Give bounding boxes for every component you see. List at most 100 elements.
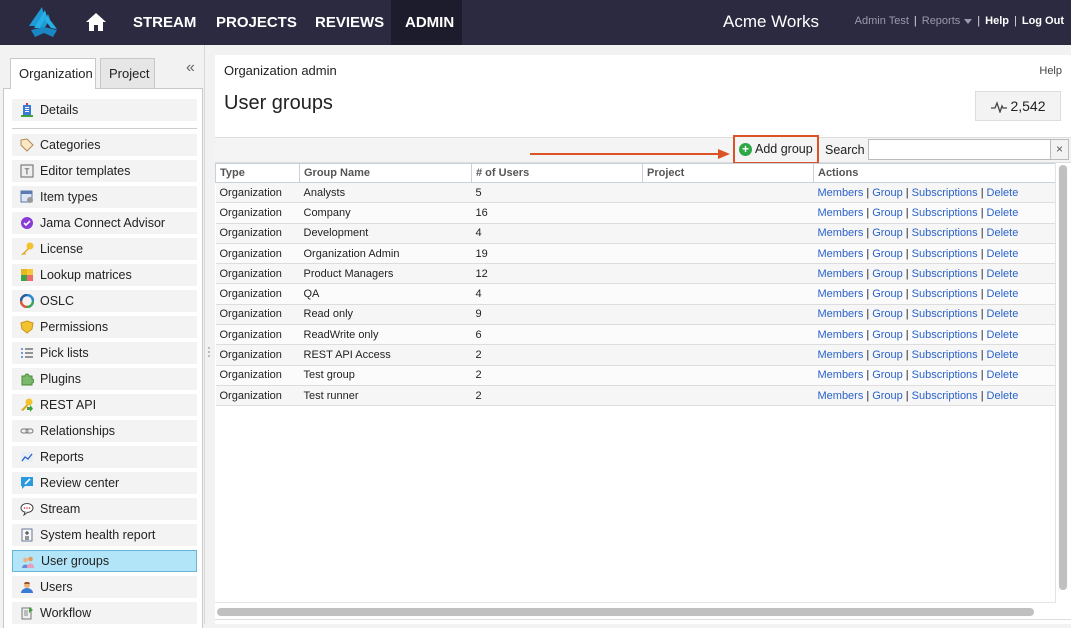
sidebar-item-editor-templates[interactable]: T Editor templates — [12, 160, 197, 182]
vertical-scrollbar-thumb[interactable] — [1059, 165, 1067, 590]
table-row[interactable]: Organization REST API Access 2 Members | Grou… — [215, 344, 1055, 366]
subscriptions-link[interactable]: Subscriptions — [912, 268, 978, 280]
nav-stream[interactable]: STREAM — [119, 0, 210, 45]
group-link[interactable]: Group — [872, 268, 903, 280]
delete-link[interactable]: Delete — [987, 308, 1019, 320]
sidebar-item-license[interactable]: License — [12, 238, 197, 260]
delete-link[interactable]: Delete — [987, 207, 1019, 219]
sidebar-item-system-health-report[interactable]: System health report — [12, 524, 197, 546]
group-link[interactable]: Group — [872, 207, 903, 219]
sidebar-item-review-center[interactable]: Review center — [12, 472, 197, 494]
sidebar-item-workflow[interactable]: Workflow — [12, 602, 197, 624]
home-icon[interactable] — [85, 12, 107, 32]
add-group-button[interactable]: + Add group — [733, 135, 819, 164]
delete-link[interactable]: Delete — [987, 227, 1019, 239]
horizontal-scrollbar[interactable] — [217, 608, 1034, 616]
subscriptions-link[interactable]: Subscriptions — [912, 248, 978, 260]
jama-logo-icon[interactable] — [27, 6, 61, 38]
nav-projects[interactable]: PROJECTS — [202, 0, 311, 45]
members-link[interactable]: Members — [818, 207, 864, 219]
tab-organization[interactable]: Organization — [10, 58, 96, 89]
sidebar-item-relationships[interactable]: Relationships — [12, 420, 197, 442]
activity-counter[interactable]: 2,542 — [975, 91, 1061, 121]
group-link[interactable]: Group — [872, 329, 903, 341]
subscriptions-link[interactable]: Subscriptions — [912, 288, 978, 300]
search-input[interactable] — [868, 139, 1051, 160]
sidebar-item-lookup-matrices[interactable]: Lookup matrices — [12, 264, 197, 286]
collapse-sidebar-icon[interactable]: « — [186, 59, 195, 77]
logout-link[interactable]: Log Out — [1022, 15, 1064, 27]
help-link[interactable]: Help — [985, 15, 1009, 27]
table-row[interactable]: Organization Company 16 Members | Group | Subsc… — [215, 202, 1055, 224]
reports-menu[interactable]: Reports — [922, 15, 973, 27]
nav-reviews[interactable]: REVIEWS — [301, 0, 398, 45]
sidebar-item-stream[interactable]: Stream — [12, 498, 197, 520]
group-link[interactable]: Group — [872, 308, 903, 320]
subscriptions-link[interactable]: Subscriptions — [912, 329, 978, 341]
table-row[interactable]: Organization Development 4 Members | Group | Su… — [215, 223, 1055, 244]
subscriptions-link[interactable]: Subscriptions — [912, 308, 978, 320]
subscriptions-link[interactable]: Subscriptions — [912, 390, 978, 402]
vertical-scrollbar[interactable] — [1058, 165, 1068, 590]
user-name-link[interactable]: Admin Test — [855, 15, 909, 27]
table-row[interactable]: Organization Product Managers 12 Members | Gr… — [215, 263, 1055, 285]
column-header-group-name[interactable]: Group Name — [299, 163, 472, 183]
sidebar-item-categories[interactable]: Categories — [12, 134, 197, 156]
column-header-project[interactable]: Project — [642, 163, 814, 183]
subscriptions-link[interactable]: Subscriptions — [912, 187, 978, 199]
table-row[interactable]: Organization QA 4 Members | Group | Subscriptio… — [215, 283, 1055, 305]
members-link[interactable]: Members — [818, 329, 864, 341]
table-row[interactable]: Organization Test group 2 Members | Group | Sub… — [215, 365, 1055, 386]
subscriptions-link[interactable]: Subscriptions — [912, 349, 978, 361]
delete-link[interactable]: Delete — [987, 187, 1019, 199]
sidebar-item-oslc[interactable]: OSLC — [12, 290, 197, 312]
members-link[interactable]: Members — [818, 349, 864, 361]
sidebar-item-reports[interactable]: Reports — [12, 446, 197, 468]
delete-link[interactable]: Delete — [987, 248, 1019, 260]
nav-admin[interactable]: ADMIN — [391, 0, 462, 45]
delete-link[interactable]: Delete — [987, 268, 1019, 280]
members-link[interactable]: Members — [818, 268, 864, 280]
subscriptions-link[interactable]: Subscriptions — [912, 207, 978, 219]
group-link[interactable]: Group — [872, 248, 903, 260]
sidebar-item-jama-connect-advisor[interactable]: Jama Connect Advisor — [12, 212, 197, 234]
sidebar-item-details[interactable]: Details — [12, 99, 197, 121]
tab-project[interactable]: Project — [100, 58, 155, 88]
column-header-users[interactable]: # of Users — [471, 163, 643, 183]
delete-link[interactable]: Delete — [987, 390, 1019, 402]
members-link[interactable]: Members — [818, 369, 864, 381]
group-link[interactable]: Group — [872, 369, 903, 381]
delete-link[interactable]: Delete — [987, 349, 1019, 361]
members-link[interactable]: Members — [818, 227, 864, 239]
sidebar-item-pick-lists[interactable]: Pick lists — [12, 342, 197, 364]
group-link[interactable]: Group — [872, 187, 903, 199]
group-link[interactable]: Group — [872, 390, 903, 402]
table-row[interactable]: Organization Test runner 2 Members | Group | Su… — [215, 385, 1055, 407]
resize-handle[interactable] — [208, 347, 211, 359]
table-row[interactable]: Organization ReadWrite only 6 Members | Group… — [215, 324, 1055, 346]
members-link[interactable]: Members — [818, 288, 864, 300]
delete-link[interactable]: Delete — [987, 288, 1019, 300]
members-link[interactable]: Members — [818, 187, 864, 199]
members-link[interactable]: Members — [818, 248, 864, 260]
help-link[interactable]: Help — [1039, 65, 1062, 77]
subscriptions-link[interactable]: Subscriptions — [912, 369, 978, 381]
sidebar-item-plugins[interactable]: Plugins — [12, 368, 197, 390]
group-link[interactable]: Group — [872, 349, 903, 361]
clear-search-icon[interactable]: × — [1050, 139, 1069, 160]
column-header-type[interactable]: Type — [215, 163, 300, 183]
group-link[interactable]: Group — [872, 227, 903, 239]
members-link[interactable]: Members — [818, 390, 864, 402]
members-link[interactable]: Members — [818, 308, 864, 320]
delete-link[interactable]: Delete — [987, 369, 1019, 381]
sidebar-item-users[interactable]: Users — [12, 576, 197, 598]
sidebar-item-permissions[interactable]: Permissions — [12, 316, 197, 338]
sidebar-item-user-groups[interactable]: User groups — [12, 550, 197, 572]
delete-link[interactable]: Delete — [987, 329, 1019, 341]
sidebar-item-item-types[interactable]: Item types — [12, 186, 197, 208]
table-row[interactable]: Organization Organization Admin 19 Members |… — [215, 243, 1055, 265]
sidebar-item-rest-api[interactable]: REST API — [12, 394, 197, 416]
table-row[interactable]: Organization Read only 9 Members | Group | Subs… — [215, 304, 1055, 326]
group-link[interactable]: Group — [872, 288, 903, 300]
subscriptions-link[interactable]: Subscriptions — [912, 227, 978, 239]
